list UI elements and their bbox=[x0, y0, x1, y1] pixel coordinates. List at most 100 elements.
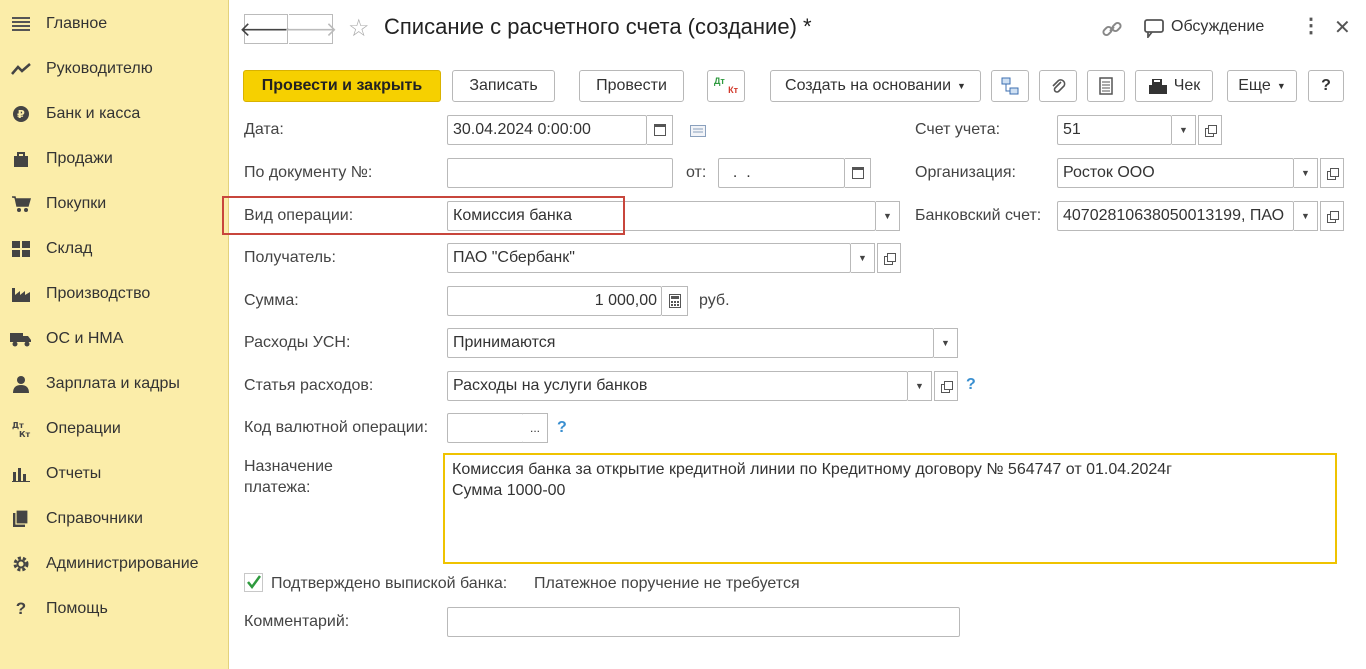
currency-operation-code-field[interactable] bbox=[447, 413, 524, 443]
sidebar-item-manager[interactable]: Руководителю bbox=[0, 51, 228, 87]
sidebar-item-sales[interactable]: Продажи bbox=[0, 141, 228, 177]
print-list-button[interactable] bbox=[1087, 70, 1125, 102]
payment-purpose-textarea[interactable]: Комиссия банка за открытие кредитной лин… bbox=[443, 453, 1337, 564]
post-and-close-button[interactable]: Провести и закрыть bbox=[243, 70, 441, 102]
sidebar-item-label: Продажи bbox=[46, 150, 113, 167]
sidebar-item-admin[interactable]: Администрирование bbox=[0, 546, 228, 582]
sidebar-item-assets[interactable]: ОС и НМА bbox=[0, 321, 228, 357]
ruble-icon: ₽ bbox=[4, 105, 38, 123]
chevron-down-icon: ▼ bbox=[957, 81, 966, 91]
from-date-calendar-button[interactable] bbox=[845, 158, 871, 188]
chevron-down-icon: ▼ bbox=[1301, 168, 1310, 178]
sidebar-item-purchases[interactable]: Покупки bbox=[0, 186, 228, 222]
save-button[interactable]: Записать bbox=[452, 70, 555, 102]
calendar-icon bbox=[851, 167, 864, 179]
sidebar-item-production[interactable]: Производство bbox=[0, 276, 228, 312]
sidebar-item-help[interactable]: ? Помощь bbox=[0, 591, 228, 627]
close-icon[interactable]: ✕ bbox=[1334, 15, 1351, 40]
post-button[interactable]: Провести bbox=[579, 70, 684, 102]
recipient-field[interactable]: ПАО "Сбербанк" bbox=[447, 243, 851, 273]
doc-number-field[interactable] bbox=[447, 158, 673, 188]
structure-button[interactable] bbox=[991, 70, 1029, 102]
svg-text:Дт: Дт bbox=[12, 421, 24, 430]
sidebar-item-operations[interactable]: Дт Кт Операции bbox=[0, 411, 228, 447]
usn-expenses-field[interactable]: Принимаются bbox=[447, 328, 934, 358]
forward-button[interactable]: 🡒 bbox=[284, 14, 337, 44]
sidebar-item-label: Операции bbox=[46, 420, 121, 437]
bank-account-field[interactable]: 40702810638050013199, ПАО bbox=[1057, 201, 1294, 231]
person-icon bbox=[4, 375, 38, 393]
date-field[interactable]: 30.04.2024 0:00:00 bbox=[447, 115, 647, 145]
more-vert-icon[interactable]: ⋮ bbox=[1301, 16, 1321, 36]
sidebar-item-warehouse[interactable]: Склад bbox=[0, 231, 228, 267]
comment-label: Комментарий: bbox=[244, 613, 350, 630]
list-icon bbox=[1099, 77, 1113, 95]
calculator-button[interactable] bbox=[662, 286, 688, 316]
help-button[interactable]: ? bbox=[1308, 70, 1344, 102]
recipient-open-button[interactable] bbox=[877, 243, 901, 273]
sidebar-item-main[interactable]: Главное bbox=[0, 6, 228, 42]
sidebar-item-salary[interactable]: Зарплата и кадры bbox=[0, 366, 228, 402]
sidebar-item-label: Банк и касса bbox=[46, 105, 141, 122]
discussion-icon bbox=[1142, 18, 1166, 43]
doc-number-label: По документу №: bbox=[244, 164, 373, 181]
expense-item-open-button[interactable] bbox=[934, 371, 958, 401]
more-button[interactable]: Еще ▼ bbox=[1227, 70, 1297, 102]
chevron-down-icon: ▼ bbox=[1179, 125, 1188, 135]
create-based-on-button[interactable]: Создать на основании ▼ bbox=[770, 70, 981, 102]
usn-expenses-dropdown[interactable]: ▼ bbox=[934, 328, 958, 358]
sum-field[interactable]: 1 000,00 bbox=[447, 286, 662, 316]
organization-field[interactable]: Росток ООО bbox=[1057, 158, 1294, 188]
grid-icon bbox=[4, 241, 38, 257]
star-icon[interactable]: ☆ bbox=[348, 14, 370, 43]
open-icon bbox=[940, 380, 953, 393]
attach-button[interactable] bbox=[1039, 70, 1077, 102]
from-date-field[interactable]: . . bbox=[718, 158, 845, 188]
operation-type-dropdown[interactable]: ▼ bbox=[876, 201, 900, 231]
dt-kt-icon: Дт Кт bbox=[4, 420, 38, 438]
sidebar-item-label: ОС и НМА bbox=[46, 330, 124, 347]
sidebar-item-label: Руководителю bbox=[46, 60, 153, 77]
bank-account-open-button[interactable] bbox=[1320, 201, 1344, 231]
organization-open-button[interactable] bbox=[1320, 158, 1344, 188]
paperclip-icon bbox=[1052, 79, 1066, 93]
currency-operation-code-label: Код валютной операции: bbox=[244, 419, 429, 436]
organization-dropdown[interactable]: ▼ bbox=[1294, 158, 1318, 188]
discussion-button[interactable]: Обсуждение bbox=[1171, 18, 1264, 36]
back-button[interactable]: 🡐 bbox=[239, 14, 293, 44]
chevron-down-icon: ▼ bbox=[883, 211, 892, 221]
comment-field[interactable] bbox=[447, 607, 960, 637]
recipient-dropdown[interactable]: ▼ bbox=[851, 243, 875, 273]
bar-chart-icon bbox=[4, 466, 38, 482]
bank-account-dropdown[interactable]: ▼ bbox=[1294, 201, 1318, 231]
date-calendar-button[interactable] bbox=[647, 115, 673, 145]
open-icon bbox=[1204, 124, 1217, 137]
sidebar-item-label: Помощь bbox=[46, 600, 108, 617]
currency-code-help-icon[interactable]: ? bbox=[557, 419, 567, 437]
account-field[interactable]: 51 bbox=[1057, 115, 1172, 145]
truck-icon bbox=[4, 331, 38, 347]
sidebar-item-bank[interactable]: ₽ Банк и касса bbox=[0, 96, 228, 132]
expense-item-dropdown[interactable]: ▼ bbox=[908, 371, 932, 401]
sidebar-item-reports[interactable]: Отчеты bbox=[0, 456, 228, 492]
dt-kt-button[interactable]: Дт Кт bbox=[707, 70, 745, 102]
sidebar-item-label: Зарплата и кадры bbox=[46, 375, 180, 392]
account-open-button[interactable] bbox=[1198, 115, 1222, 145]
document-history-icon[interactable] bbox=[690, 124, 706, 142]
sidebar-item-references[interactable]: Справочники bbox=[0, 501, 228, 537]
sidebar-item-label: Склад bbox=[46, 240, 93, 257]
chevron-down-icon: ▼ bbox=[941, 338, 950, 348]
expense-item-label: Статья расходов: bbox=[244, 377, 374, 394]
open-icon bbox=[883, 252, 896, 265]
recipient-label: Получатель: bbox=[244, 249, 336, 266]
expense-item-field[interactable]: Расходы на услуги банков bbox=[447, 371, 908, 401]
currency-operation-select-button[interactable]: ... bbox=[523, 413, 548, 443]
highlight-frame bbox=[222, 196, 625, 235]
account-dropdown[interactable]: ▼ bbox=[1172, 115, 1196, 145]
receipt-button[interactable]: Чек bbox=[1135, 70, 1213, 102]
account-label: Счет учета: bbox=[915, 121, 1001, 138]
sidebar-item-label: Отчеты bbox=[46, 465, 102, 482]
expense-help-icon[interactable]: ? bbox=[966, 376, 976, 394]
bank-confirmed-checkbox[interactable] bbox=[244, 573, 264, 593]
link-icon[interactable] bbox=[1101, 18, 1123, 45]
